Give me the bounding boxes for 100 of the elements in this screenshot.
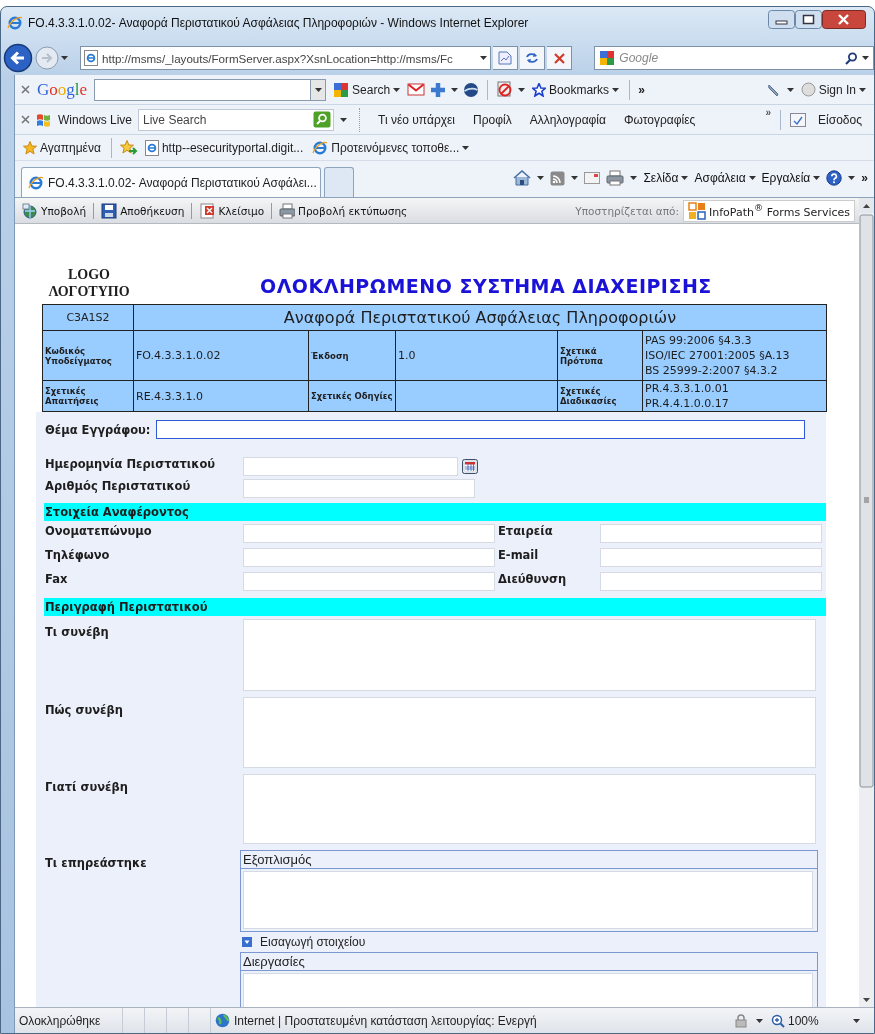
- insert-item-link[interactable]: Εισαγωγή στοιχείου: [260, 935, 366, 949]
- caret-icon[interactable]: [786, 87, 794, 92]
- bookmarks-button[interactable]: Bookmarks: [530, 82, 622, 97]
- field-label: Γιατί συνέβη: [45, 779, 129, 796]
- field-label: Εταιρεία: [497, 524, 554, 538]
- mail-icon[interactable]: [584, 172, 601, 184]
- caret-icon[interactable]: [748, 176, 756, 180]
- caret-icon[interactable]: [848, 176, 856, 180]
- windows-flag-icon: [36, 112, 52, 127]
- form-title: ΟΛΟΚΛΗΡΩΜΕΝΟ ΣΥΣΤΗΜΑ ΔΙΑΧΕΙΡΙΣΗΣ: [260, 275, 712, 297]
- search-field[interactable]: Live Search: [143, 112, 314, 127]
- menu-button[interactable]: Εργαλεία: [761, 171, 821, 185]
- printer-icon: [279, 202, 296, 219]
- status-text: Ολοκληρώθηκε: [19, 1013, 101, 1028]
- more-button[interactable]: »: [861, 171, 868, 185]
- infopath-logo: InfoPath$^{®}$ Forms Services: [683, 199, 855, 222]
- ie-icon: [312, 139, 329, 156]
- search-box[interactable]: Google: [594, 46, 874, 70]
- zone-text: Internet | Προστατευμένη κατάσταση λειτουργίας: Ενεργή: [234, 1013, 537, 1028]
- caret-icon[interactable]: [314, 87, 322, 92]
- menu-button[interactable]: Ασφάλεια: [694, 171, 756, 185]
- ie-icon: [7, 15, 23, 31]
- close-icon[interactable]: [822, 10, 866, 29]
- sign-in-link[interactable]: Είσοδος: [818, 112, 862, 127]
- caret-icon[interactable]: [340, 117, 348, 122]
- browser-tab[interactable]: FO.4.3.3.1.0.02- Αναφορά Περιστατικού Ασφάλει...: [21, 167, 321, 197]
- caret-icon[interactable]: [813, 176, 821, 180]
- caret-icon[interactable]: [462, 145, 470, 150]
- close-icon[interactable]: [21, 85, 30, 94]
- search-field[interactable]: Google: [619, 51, 841, 65]
- forms-icon: [688, 201, 707, 220]
- scrollbar[interactable]: [859, 198, 874, 1010]
- calendar-icon[interactable]: [462, 459, 478, 474]
- toolbar-button[interactable]: Κλείσιμο: [196, 202, 268, 219]
- plus-icon[interactable]: [430, 81, 447, 98]
- page-icon: [84, 50, 98, 66]
- more-button[interactable]: »: [765, 107, 772, 118]
- table-cell: Έκδοση: [308, 330, 396, 381]
- toolbar-link[interactable]: Αλληλογραφία: [529, 112, 606, 127]
- section-header: Περιγραφή Περιστατικού: [44, 598, 826, 616]
- toolbar-link[interactable]: Τι νέο υπάρχει: [378, 112, 456, 127]
- sign-in-button[interactable]: Sign In: [798, 82, 868, 97]
- lock-icon[interactable]: [734, 1013, 750, 1028]
- table-cell: Σχετικές Διαδικασίες: [557, 380, 643, 412]
- caret-icon[interactable]: [571, 176, 579, 180]
- toolbar-link[interactable]: Προφίλ: [473, 112, 512, 127]
- table-cell: PR.4.3.3.1.0.01 PR.4.4.1.0.0.17: [642, 380, 827, 412]
- refresh-button[interactable]: [520, 46, 546, 70]
- favorite-link[interactable]: http--esecurityportal.digit...: [142, 139, 306, 156]
- search-button[interactable]: Search: [331, 81, 403, 98]
- menu-button[interactable]: Σελίδα: [643, 171, 689, 185]
- caret-icon[interactable]: [61, 56, 68, 60]
- mail-icon[interactable]: [407, 83, 426, 96]
- caret-icon[interactable]: [681, 176, 689, 180]
- caret-icon[interactable]: [862, 56, 869, 60]
- logo-text: LOGO ΛΟΓΟΤΥΠΟ: [47, 266, 131, 300]
- search-box[interactable]: Live Search: [138, 108, 335, 131]
- ie-icon: [28, 174, 44, 191]
- caret-icon[interactable]: [480, 56, 488, 60]
- caret-icon[interactable]: [393, 87, 401, 92]
- field-label: Ονοματεπώνυμο: [45, 524, 153, 538]
- blocked-page-icon[interactable]: [496, 81, 514, 98]
- field-label: Θέμα Εγγράφου:: [45, 422, 151, 437]
- input-field[interactable]: [156, 420, 806, 439]
- checkbox-icon[interactable]: [790, 112, 807, 127]
- caret-icon[interactable]: [537, 176, 545, 180]
- caret-icon[interactable]: [451, 87, 459, 92]
- globe-icon[interactable]: [463, 81, 480, 98]
- caret-icon[interactable]: [853, 1018, 860, 1023]
- favorite-link[interactable]: Προτεινόμενες τοποθε...: [310, 139, 472, 156]
- maximize-icon[interactable]: [795, 10, 822, 29]
- compatibility-button[interactable]: [493, 46, 519, 70]
- back-icon[interactable]: [3, 43, 33, 73]
- toolbar-link[interactable]: Φωτογραφίες: [624, 112, 696, 127]
- field-label: E-mail: [497, 548, 540, 562]
- caret-icon[interactable]: [630, 176, 638, 180]
- toolbar-button[interactable]: Προβολή εκτύπωσης: [276, 202, 411, 219]
- search-icon[interactable]: [845, 51, 858, 65]
- printer-icon[interactable]: [606, 170, 625, 186]
- address-field[interactable]: http://msms/_layouts/FormServer.aspx?XsnLocation=http://msms/Fc: [80, 46, 492, 70]
- insert-icon[interactable]: [242, 937, 252, 947]
- home-icon[interactable]: [513, 170, 532, 186]
- more-button[interactable]: »: [638, 82, 645, 97]
- close-icon[interactable]: [21, 115, 30, 124]
- stop-button[interactable]: [547, 46, 573, 70]
- add-favorite-icon[interactable]: [119, 139, 138, 156]
- field-label: Αριθμός Περιστατικού: [45, 479, 192, 493]
- caret-icon[interactable]: [518, 87, 526, 92]
- caret-icon[interactable]: [859, 87, 866, 92]
- toolbar-button[interactable]: Υποβολή: [19, 202, 90, 219]
- table-cell: Σχετικές Οδηγίες: [308, 380, 396, 412]
- zoom-button[interactable]: 100%: [769, 1013, 821, 1028]
- caret-icon[interactable]: [756, 1018, 763, 1023]
- table-cell: RE.4.3.3.1.0: [133, 380, 309, 412]
- table-cell: Αναφορά Περιστατικού Ασφάλειας Πληροφοριών: [133, 304, 827, 331]
- favorites-button[interactable]: Αγαπημένα: [21, 140, 103, 155]
- toolbar-button[interactable]: Αποθήκευση: [98, 202, 188, 219]
- caret-icon[interactable]: [612, 87, 620, 92]
- feed-icon[interactable]: [550, 170, 566, 186]
- help-icon[interactable]: [826, 170, 843, 186]
